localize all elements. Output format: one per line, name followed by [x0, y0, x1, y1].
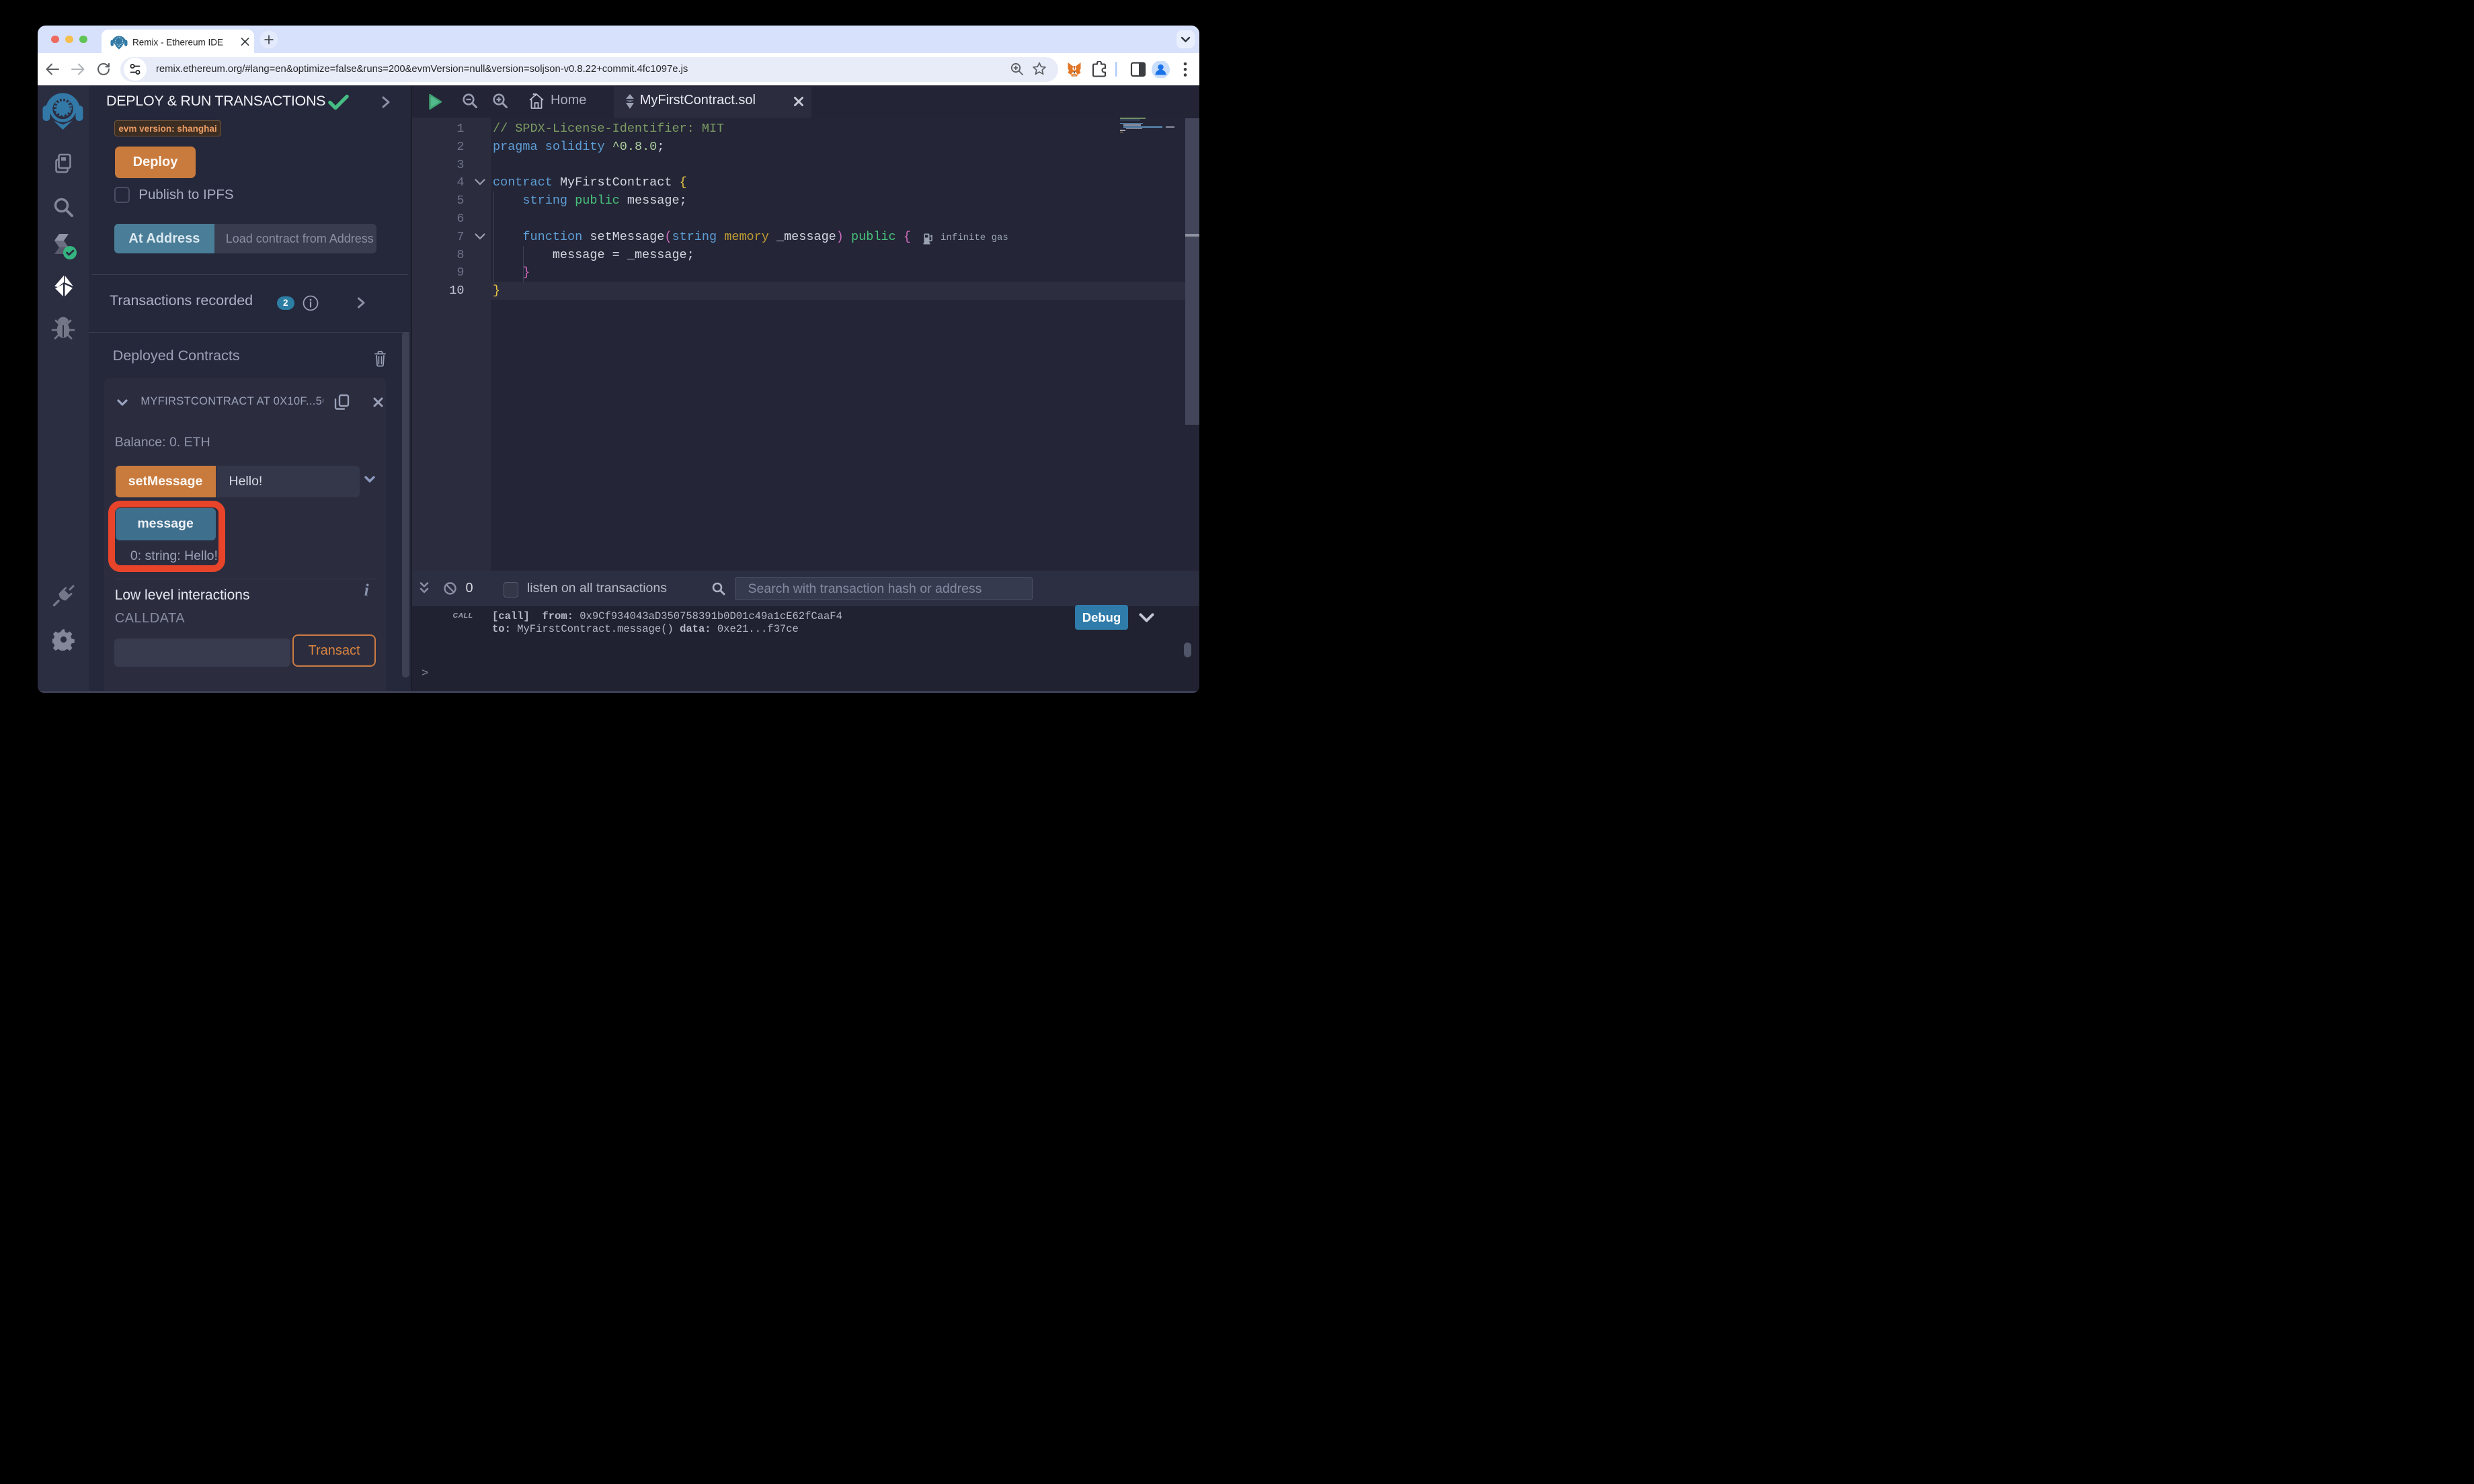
svg-text:Remix - Ethereum IDE: Remix - Ethereum IDE	[132, 38, 223, 48]
